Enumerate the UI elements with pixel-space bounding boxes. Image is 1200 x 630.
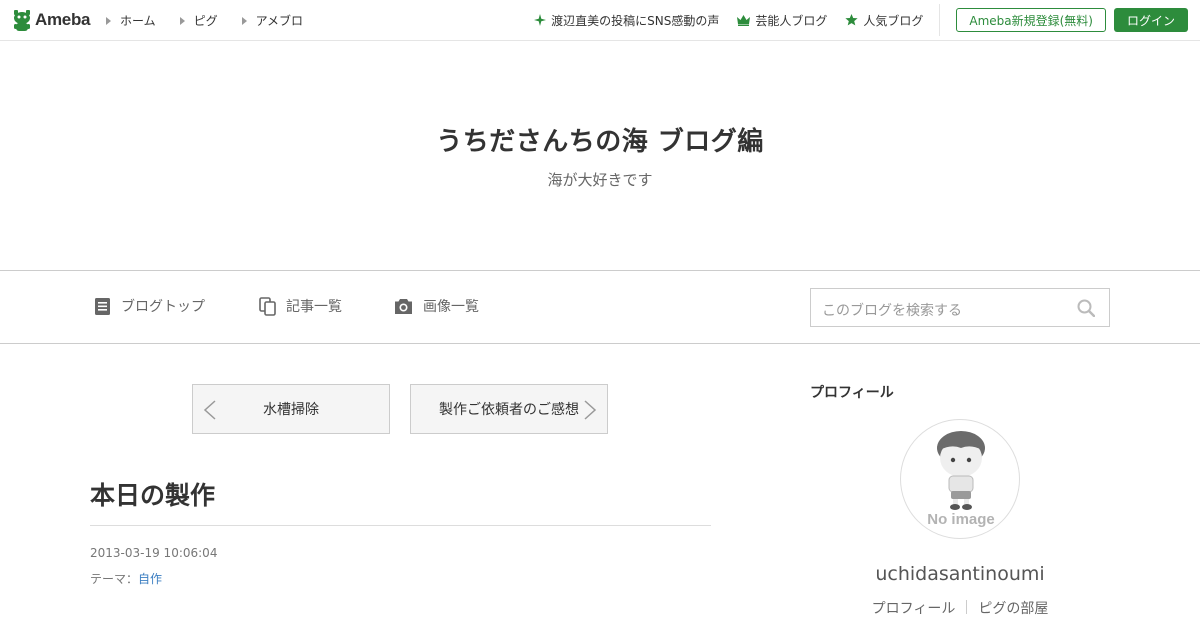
avatar[interactable]: No image xyxy=(900,419,1020,539)
blog-nav-top[interactable]: ブログトップ xyxy=(94,296,205,316)
blog-description: 海が大好きです xyxy=(547,171,653,189)
global-nav-pigg[interactable]: ピグ xyxy=(179,12,218,29)
global-nav: ホーム ピグ アメブロ xyxy=(106,12,327,29)
trending-topic-label: 渡辺直美の投稿にSNS感動の声 xyxy=(551,13,720,28)
theme-prefix: テーマ： xyxy=(90,572,139,586)
triangle-right-icon xyxy=(106,16,111,25)
celebrity-blog-label: 芸能人ブログ xyxy=(755,13,828,28)
pigg-room-link[interactable]: ピグの部屋 xyxy=(978,598,1048,618)
profile-username[interactable]: uchidasantinoumi xyxy=(810,563,1110,585)
trending-topic-link[interactable]: 渡辺直美の投稿にSNS感動の声 xyxy=(534,12,719,29)
ameba-logo[interactable]: Ameba xyxy=(12,7,90,33)
article-divider xyxy=(90,525,711,526)
prev-article-button[interactable]: 水槽掃除 xyxy=(192,384,390,434)
chevron-left-icon xyxy=(203,400,216,420)
global-nav-home[interactable]: ホーム xyxy=(106,12,156,29)
global-header: Ameba ホーム ピグ アメブロ 渡辺直美の投稿にSNS感動の声 芸能人ブログ… xyxy=(0,0,1200,41)
document-icon xyxy=(95,297,110,315)
blog-nav-label: ブログトップ xyxy=(121,299,205,315)
global-header-right: 渡辺直美の投稿にSNS感動の声 芸能人ブログ 人気ブログ Ameba新規登録(無… xyxy=(534,0,1200,40)
global-nav-label: ピグ xyxy=(193,14,218,28)
blog-nav-images[interactable]: 画像一覧 xyxy=(394,296,479,316)
star-icon xyxy=(845,14,858,26)
logo-text: Ameba xyxy=(35,10,91,29)
copy-icon xyxy=(259,296,276,316)
blog-nav-label: 記事一覧 xyxy=(286,299,342,315)
global-nav-label: アメブロ xyxy=(255,14,304,28)
popular-blog-label: 人気ブログ xyxy=(863,13,924,28)
search-placeholder: このブログを検索する xyxy=(822,303,962,319)
blog-nav-label: 画像一覧 xyxy=(423,299,479,315)
triangle-right-icon xyxy=(179,16,185,25)
theme-link[interactable]: 自作 xyxy=(138,572,162,586)
popular-blog-link[interactable]: 人気ブログ xyxy=(845,12,923,29)
avatar-caption: No image xyxy=(927,511,995,528)
blog-nav: ブログトップ 記事一覧 画像一覧 このブログを検索する xyxy=(0,270,1200,344)
article-date: 2013-03-19 10:06:04 xyxy=(90,546,218,560)
profile-heading: プロフィール xyxy=(810,385,894,401)
header-divider xyxy=(939,4,941,36)
article-theme: テーマ：自作 xyxy=(90,570,162,587)
celebrity-blog-link[interactable]: 芸能人ブログ xyxy=(737,12,827,29)
next-article-label: 製作ご依頼者のご感想 xyxy=(439,402,579,418)
blog-search-input[interactable]: このブログを検索する xyxy=(810,288,1110,327)
register-button[interactable]: Ameba新規登録(無料) xyxy=(956,8,1106,32)
next-article-button[interactable]: 製作ご依頼者のご感想 xyxy=(410,384,608,434)
global-nav-ameblo[interactable]: アメブロ xyxy=(241,12,304,29)
blog-nav-articles[interactable]: 記事一覧 xyxy=(259,296,342,316)
crown-icon xyxy=(737,14,751,26)
camera-icon xyxy=(395,298,412,314)
search-icon[interactable] xyxy=(1077,299,1095,317)
profile-link[interactable]: プロフィール xyxy=(872,598,956,618)
profile-links: プロフィール ピグの部屋 xyxy=(810,598,1110,618)
triangle-right-icon xyxy=(241,16,247,25)
ameba-mascot-icon xyxy=(14,10,30,31)
login-button[interactable]: ログイン xyxy=(1113,8,1188,32)
sparkle-icon xyxy=(534,14,547,26)
chevron-right-icon xyxy=(584,400,597,420)
global-nav-label: ホーム xyxy=(120,14,156,28)
blog-header: うちださんちの海 ブログ編 海が大好きです xyxy=(0,41,1200,270)
article-title[interactable]: 本日の製作 xyxy=(90,476,215,512)
prev-article-label: 水槽掃除 xyxy=(263,402,319,418)
blog-title[interactable]: うちださんちの海 ブログ編 xyxy=(0,121,1200,158)
link-separator xyxy=(966,600,968,614)
